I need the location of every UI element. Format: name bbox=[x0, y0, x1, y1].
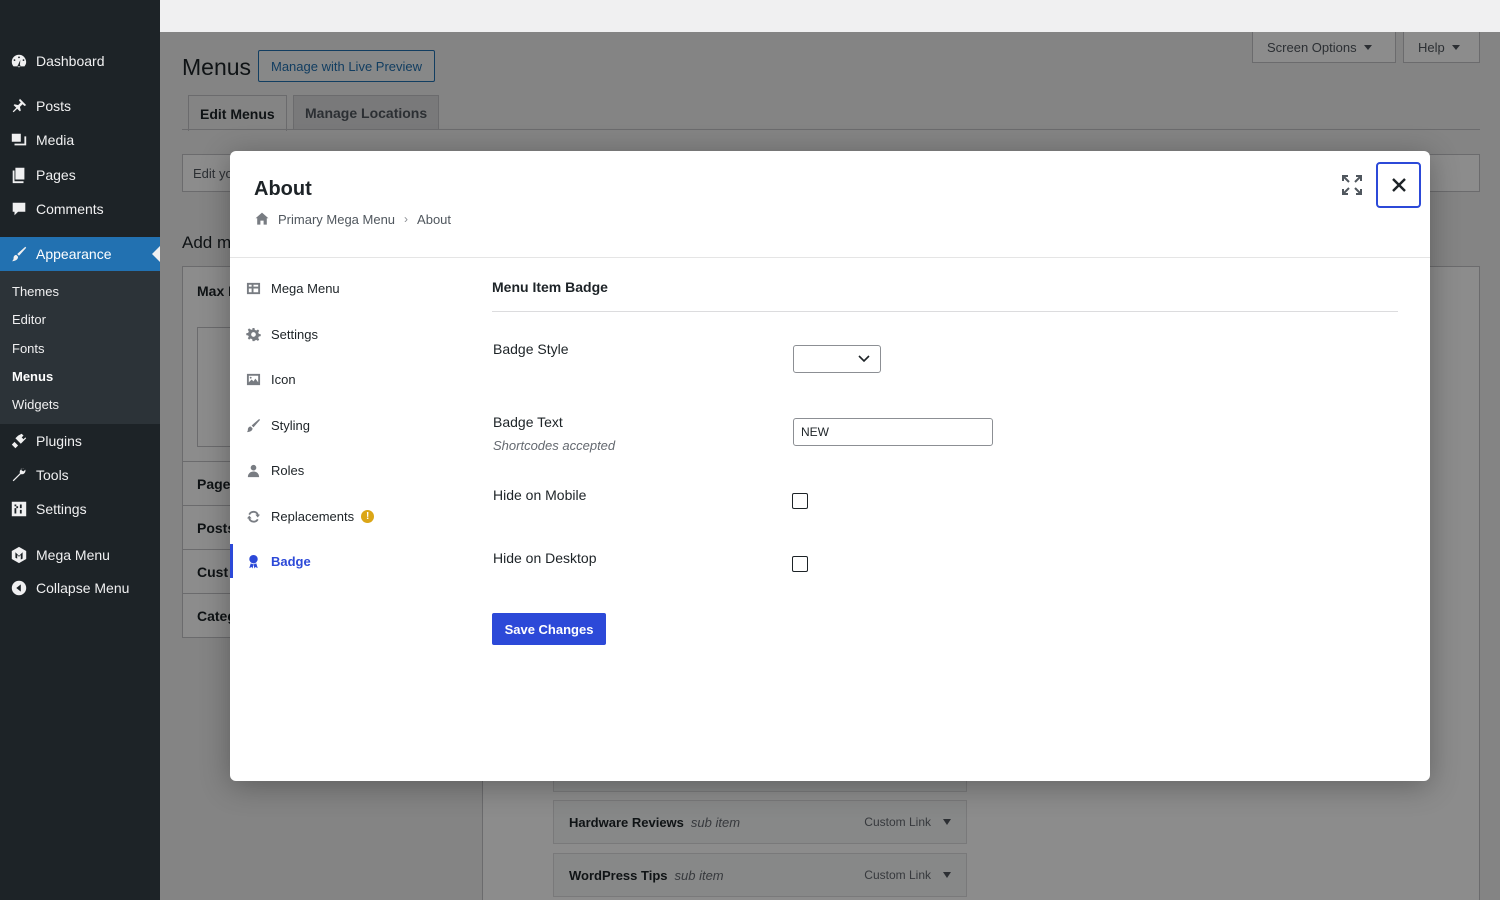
expand-icon bbox=[1342, 175, 1362, 195]
badge-style-select[interactable] bbox=[793, 345, 881, 373]
sidebar-item-posts[interactable]: Posts bbox=[0, 89, 160, 123]
gear-icon bbox=[246, 327, 261, 341]
tab-mega-menu[interactable]: Mega Menu bbox=[230, 271, 470, 305]
user-icon bbox=[247, 464, 260, 477]
sidebar-item-label: Appearance bbox=[36, 246, 112, 262]
mega-menu-icon bbox=[10, 546, 28, 564]
tab-settings[interactable]: Settings bbox=[230, 317, 470, 351]
sidebar-item-label: Posts bbox=[36, 98, 72, 114]
brush-icon bbox=[246, 418, 261, 432]
menu-item-settings-modal: About Primary Mega Menu › About Mega Men… bbox=[230, 151, 1430, 781]
media-icon bbox=[10, 131, 28, 149]
admin-sidebar: Dashboard Posts Media Pages Comments App… bbox=[0, 0, 160, 900]
sidebar-item-settings[interactable]: Settings bbox=[0, 492, 160, 526]
sliders-icon bbox=[10, 500, 28, 518]
tab-icon[interactable]: Icon bbox=[230, 362, 470, 396]
comment-icon bbox=[10, 200, 28, 218]
sidebar-item-label: Settings bbox=[36, 501, 87, 517]
dashboard-icon bbox=[10, 52, 28, 70]
paintbrush-icon bbox=[10, 245, 28, 263]
fullscreen-button[interactable] bbox=[1341, 174, 1363, 196]
sidebar-item-label: Tools bbox=[36, 467, 69, 483]
section-title: Menu Item Badge bbox=[492, 279, 608, 295]
collapse-icon bbox=[10, 579, 28, 597]
tab-replacements[interactable]: Replacements ! bbox=[230, 499, 470, 533]
chevron-down-icon bbox=[858, 355, 870, 363]
close-icon bbox=[1391, 178, 1406, 192]
pin-icon bbox=[10, 97, 28, 115]
tab-label: Badge bbox=[271, 553, 311, 569]
pages-icon bbox=[10, 166, 28, 184]
grid-icon bbox=[246, 282, 261, 294]
chevron-right-icon: › bbox=[404, 212, 409, 226]
badge-text-label: Badge Text bbox=[493, 414, 563, 430]
badge-text-input[interactable]: NEW bbox=[793, 418, 993, 446]
submenu-item-fonts[interactable]: Fonts bbox=[12, 341, 45, 356]
sidebar-item-label: Media bbox=[36, 132, 75, 148]
sidebar-item-label: Mega Menu bbox=[36, 547, 110, 563]
submenu-item-themes[interactable]: Themes bbox=[12, 284, 59, 299]
sidebar-item-label: Collapse Menu bbox=[36, 580, 130, 596]
submenu-item-editor[interactable]: Editor bbox=[12, 312, 46, 327]
sidebar-item-label: Plugins bbox=[36, 433, 82, 449]
sidebar-item-media[interactable]: Media bbox=[0, 123, 160, 157]
sidebar-item-pages[interactable]: Pages bbox=[0, 158, 160, 192]
section-divider bbox=[492, 311, 1398, 312]
breadcrumb-item[interactable]: Primary Mega Menu bbox=[278, 212, 395, 227]
tab-badge[interactable]: Badge bbox=[230, 544, 470, 578]
tab-roles[interactable]: Roles bbox=[230, 453, 470, 487]
submenu-item-widgets[interactable]: Widgets bbox=[12, 397, 59, 412]
close-button[interactable] bbox=[1376, 162, 1421, 208]
home-icon bbox=[255, 212, 269, 225]
refresh-icon bbox=[246, 510, 261, 523]
image-icon bbox=[246, 373, 261, 385]
hide-desktop-checkbox[interactable] bbox=[792, 556, 808, 572]
tab-label: Icon bbox=[271, 371, 296, 387]
admin-bar bbox=[0, 0, 1500, 32]
sidebar-item-label: Dashboard bbox=[36, 53, 105, 69]
sidebar-item-label: Comments bbox=[36, 201, 104, 217]
modal-title: About bbox=[254, 178, 312, 200]
award-icon bbox=[249, 554, 258, 569]
badge-style-label: Badge Style bbox=[493, 341, 569, 357]
save-changes-button[interactable]: Save Changes bbox=[492, 613, 606, 645]
tab-label: Styling bbox=[271, 417, 311, 433]
sidebar-item-mega-menu[interactable]: Mega Menu bbox=[0, 538, 160, 572]
hide-desktop-label: Hide on Desktop bbox=[493, 550, 597, 566]
tab-label: Replacements bbox=[271, 508, 355, 524]
sidebar-item-collapse-menu[interactable]: Collapse Menu bbox=[0, 571, 160, 605]
tab-label: Settings bbox=[271, 326, 318, 342]
tab-label: Mega Menu bbox=[271, 280, 340, 296]
plugin-icon bbox=[10, 432, 28, 450]
sidebar-item-label: Pages bbox=[36, 167, 76, 183]
tab-styling[interactable]: Styling bbox=[230, 408, 470, 442]
breadcrumb: Primary Mega Menu › About bbox=[254, 211, 451, 227]
wrench-icon bbox=[10, 466, 28, 484]
badge-text-description: Shortcodes accepted bbox=[493, 438, 616, 453]
sidebar-item-comments[interactable]: Comments bbox=[0, 192, 160, 226]
tab-label: Roles bbox=[271, 462, 305, 478]
breadcrumb-item: About bbox=[417, 211, 452, 227]
sidebar-item-dashboard[interactable]: Dashboard bbox=[0, 44, 160, 78]
hide-mobile-label: Hide on Mobile bbox=[493, 487, 587, 503]
hide-mobile-checkbox[interactable] bbox=[792, 493, 808, 509]
modal-divider bbox=[230, 257, 1430, 258]
sidebar-item-appearance[interactable]: Appearance bbox=[0, 237, 160, 271]
warning-icon: ! bbox=[361, 509, 375, 523]
appearance-submenu: Themes Editor Fonts Menus Widgets bbox=[0, 271, 160, 424]
sidebar-item-plugins[interactable]: Plugins bbox=[0, 424, 160, 458]
sidebar-item-tools[interactable]: Tools bbox=[0, 458, 160, 492]
submenu-item-menus[interactable]: Menus bbox=[12, 369, 53, 384]
